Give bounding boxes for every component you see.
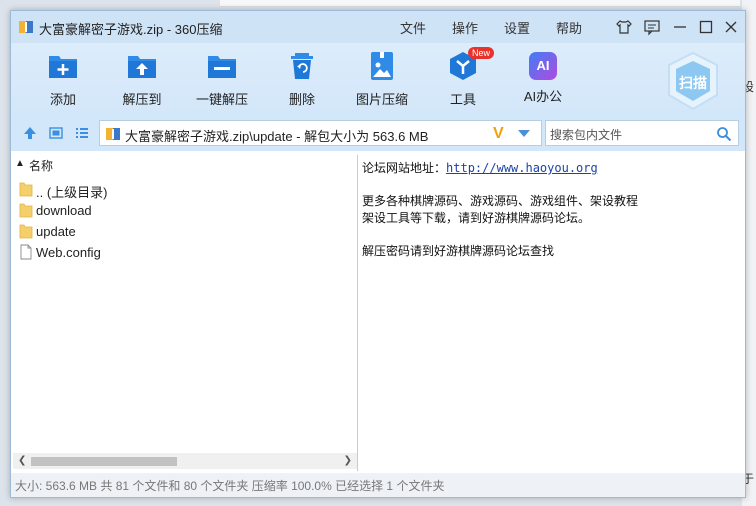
ai-office-icon: AI — [529, 52, 557, 80]
file-list: ▲ 名称 .. (上级目录) download update Web.confi… — [13, 155, 358, 471]
zip-file-icon — [106, 128, 120, 140]
one-click-extract-icon — [208, 56, 236, 78]
list-item[interactable]: Web.config — [19, 242, 339, 262]
menu-help[interactable]: 帮助 — [556, 18, 582, 37]
extract-to-label: 解压到 — [122, 92, 162, 107]
column-name-label: 名称 — [29, 159, 54, 173]
trash-icon — [291, 53, 313, 79]
address-bar: 大富豪解密子游戏.zip\update - 解包大小为 563.6 MB V 搜… — [11, 115, 745, 151]
status-text: 大小: 563.6 MB 共 81 个文件和 80 个文件夹 压缩率 100.0… — [15, 479, 445, 493]
tools-label: 工具 — [449, 92, 476, 107]
sort-arrow-icon: ▲ — [15, 158, 25, 169]
minimize-icon[interactable] — [670, 17, 690, 37]
horizontal-scrollbar[interactable]: ❮ ❯ — [13, 453, 357, 469]
tools-button[interactable]: New 工具 — [428, 47, 498, 108]
new-badge: New — [468, 47, 495, 59]
folder-icon — [19, 182, 33, 197]
menu-operation[interactable]: 操作 — [452, 18, 478, 37]
add-icon — [49, 56, 77, 78]
list-item-name: update — [36, 224, 76, 239]
archive-window: 大富豪解密子游戏.zip - 360压缩 文件 操作 设置 帮助 添加 解压到 … — [10, 10, 746, 498]
one-click-extract-button[interactable]: 一键解压 — [187, 49, 257, 108]
extract-to-button[interactable]: 解压到 — [107, 49, 177, 108]
menu-settings[interactable]: 设置 — [504, 18, 530, 37]
up-arrow-icon[interactable] — [23, 126, 37, 140]
list-item[interactable]: download — [19, 200, 339, 220]
scroll-right-icon[interactable]: ❯ — [344, 455, 352, 466]
add-button[interactable]: 添加 — [28, 49, 98, 108]
zip-app-icon — [19, 21, 33, 33]
feedback-icon[interactable] — [642, 17, 662, 37]
folder-icon — [19, 224, 33, 239]
v-logo-icon[interactable]: V — [493, 125, 504, 143]
background-window-edge — [220, 0, 740, 7]
image-compress-button[interactable]: 图片压缩 — [347, 49, 417, 108]
add-label: 添加 — [49, 92, 76, 107]
window-title: 大富豪解密子游戏.zip - 360压缩 — [39, 22, 223, 37]
path-field[interactable]: 大富豪解密子游戏.zip\update - 解包大小为 563.6 MB V — [99, 120, 542, 146]
comment-line: 解压密码请到好游棋牌源码论坛查找 — [362, 244, 555, 258]
scan-button[interactable]: 扫描 — [665, 51, 721, 111]
comment-pane: 论坛网站地址：http://www.haoyou.org 更多各种棋牌源码、游戏… — [361, 155, 743, 471]
extract-to-icon — [128, 56, 156, 78]
maximize-icon[interactable] — [696, 17, 716, 37]
folder-icon — [19, 203, 33, 218]
ai-office-button[interactable]: AI AI办公 — [508, 49, 578, 105]
image-compress-label: 图片压缩 — [355, 92, 408, 107]
scrollbar-thumb[interactable] — [31, 457, 177, 466]
list-view-icon[interactable] — [75, 126, 89, 140]
ai-icon-text: AI — [536, 58, 550, 73]
list-item-name: Web.config — [36, 245, 101, 260]
comment-line: 论坛网站地址：http://www.haoyou.org — [362, 159, 598, 176]
comment-line: 更多各种棋牌源码、游戏源码、游戏组件、架设教程 — [362, 194, 639, 208]
close-icon[interactable] — [721, 17, 741, 37]
document-icon — [20, 244, 32, 260]
title-bar: 大富豪解密子游戏.zip - 360压缩 文件 操作 设置 帮助 — [11, 11, 745, 43]
search-icon[interactable] — [716, 126, 732, 142]
chevron-down-icon[interactable] — [518, 130, 530, 137]
ai-office-label: AI办公 — [523, 89, 563, 104]
list-item-name: .. (上级目录) — [36, 185, 108, 200]
delete-button[interactable]: 删除 — [267, 49, 337, 108]
current-path: 大富豪解密子游戏.zip\update - 解包大小为 563.6 MB — [125, 129, 429, 144]
image-compress-icon — [371, 52, 393, 80]
status-bar: 大小: 563.6 MB 共 81 个文件和 80 个文件夹 压缩率 100.0… — [11, 473, 745, 497]
search-input[interactable]: 搜索包内文件 — [545, 120, 739, 146]
one-click-extract-label: 一键解压 — [195, 92, 248, 107]
search-placeholder: 搜索包内文件 — [550, 128, 623, 142]
list-item[interactable]: .. (上级目录) — [19, 179, 339, 200]
column-header-name[interactable]: ▲ 名称 — [13, 155, 357, 173]
comment-line: 架设工具等下载，请到好游棋牌源码论坛。 — [362, 211, 591, 225]
thumbnail-view-icon[interactable] — [49, 126, 63, 140]
scan-label: 扫描 — [679, 75, 707, 91]
list-item[interactable]: update — [19, 221, 339, 241]
site-label: 论坛网站地址： — [362, 161, 447, 175]
site-link[interactable]: http://www.haoyou.org — [446, 161, 598, 175]
delete-label: 删除 — [288, 92, 315, 107]
skin-shirt-icon[interactable] — [614, 17, 634, 37]
scroll-left-icon[interactable]: ❮ — [18, 455, 26, 466]
toolbar: 添加 解压到 一键解压 删除 图片压缩 New 工具 AI AI办公 扫描 — [11, 43, 745, 115]
menu-file[interactable]: 文件 — [400, 18, 426, 37]
list-item-name: download — [36, 203, 92, 218]
